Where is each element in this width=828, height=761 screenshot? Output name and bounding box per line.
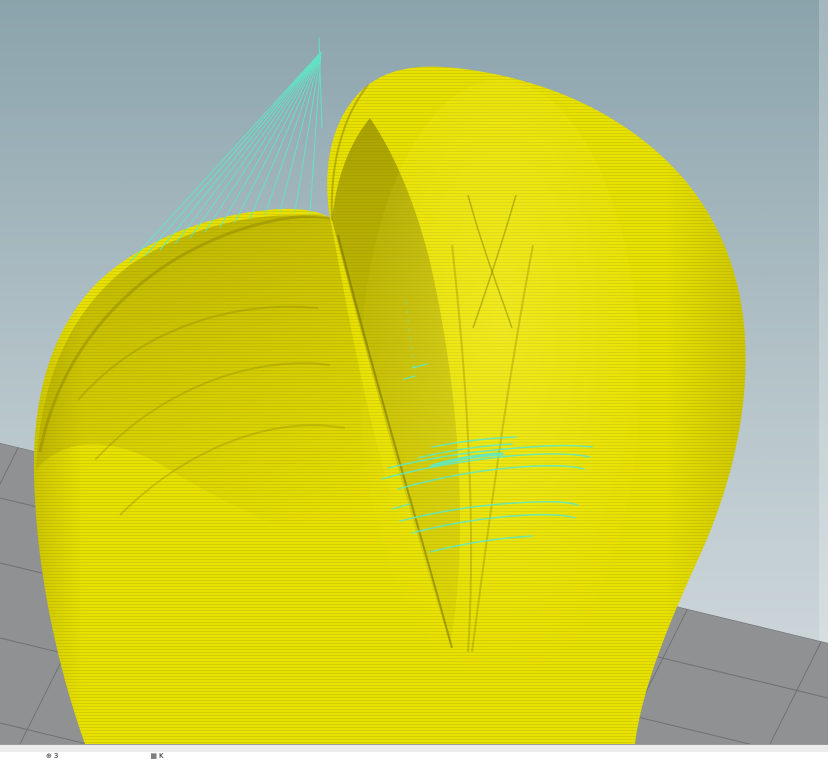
viewport-3d[interactable] (0, 0, 828, 744)
status-bar: ⊕ 3 ▦ K (0, 752, 828, 761)
right-edge-strip (819, 0, 828, 643)
status-item-label: 3 (54, 753, 58, 760)
status-item-second[interactable]: ▦ K (150, 753, 163, 760)
crosshair-icon: ⊕ (46, 753, 52, 760)
bottom-strip[interactable] (0, 744, 828, 752)
status-item-first[interactable]: ⊕ 3 (46, 753, 58, 760)
grid-icon: ▦ (150, 753, 157, 760)
viewport-canvas[interactable] (0, 0, 828, 744)
status-item-label: K (159, 753, 164, 760)
slicer-app-window: ⊕ 3 ▦ K (0, 0, 828, 761)
